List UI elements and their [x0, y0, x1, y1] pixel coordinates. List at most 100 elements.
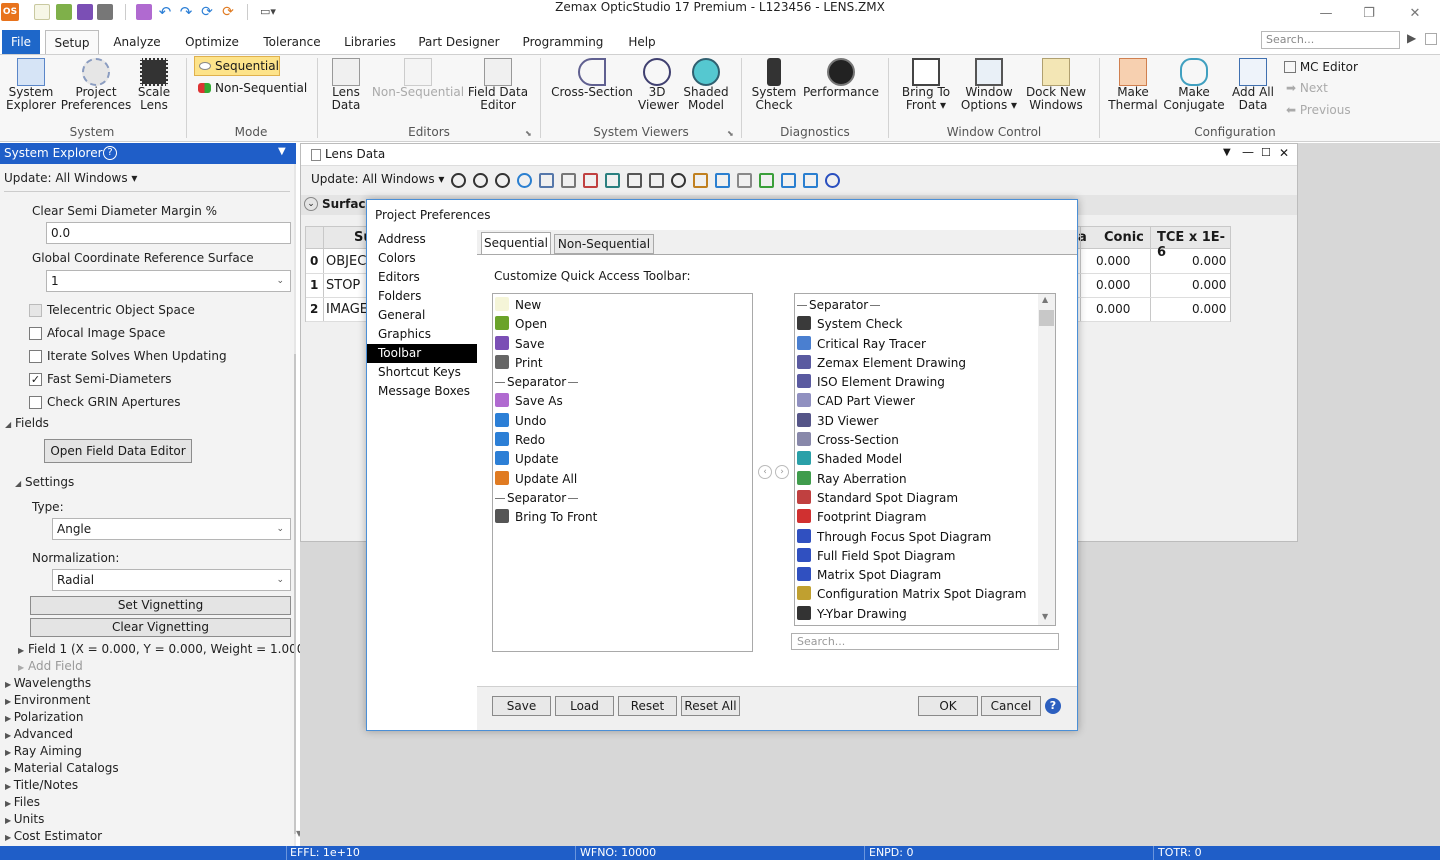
reset-all-button[interactable]: Reset All	[681, 696, 740, 716]
page-icon[interactable]	[737, 173, 752, 188]
slider-icon[interactable]	[627, 173, 642, 188]
insert-icon[interactable]	[605, 173, 620, 188]
menu-programming[interactable]: Programming	[517, 30, 609, 54]
list-item[interactable]: Matrix Spot Diagram	[795, 566, 1055, 585]
explorer-section[interactable]: ▶ Advanced	[5, 726, 73, 742]
scale-lens-button[interactable]: Scale Lens	[134, 58, 174, 112]
list-item[interactable]: Update	[493, 450, 752, 469]
explorer-scroll-thumb[interactable]	[294, 354, 296, 834]
pen-icon[interactable]	[693, 173, 708, 188]
explorer-section[interactable]: ▶ Polarization	[5, 709, 83, 725]
non-sequential-mode-button[interactable]: Non-Sequential	[196, 79, 311, 97]
system-explorer-button[interactable]: System Explorer	[3, 58, 59, 112]
open-field-data-editor-button[interactable]: Open Field Data Editor	[44, 439, 192, 463]
nav-item-message-boxes[interactable]: Message Boxes	[367, 382, 477, 401]
window-dropdown-icon[interactable]: ▼	[1223, 147, 1231, 158]
mc-editor-button[interactable]: MC Editor	[1284, 59, 1358, 75]
explorer-update-dropdown[interactable]: Update: All Windows ▾	[4, 170, 137, 186]
load-button[interactable]: Load	[555, 696, 614, 716]
scroll-thumb[interactable]	[1039, 310, 1054, 326]
align-icon[interactable]	[649, 173, 664, 188]
list-item[interactable]: Shaded Model	[795, 450, 1055, 469]
nav-item-folders[interactable]: Folders	[367, 287, 477, 306]
set-vignetting-button[interactable]: Set Vignetting	[30, 596, 291, 615]
surface-type-cell[interactable]: IMAGE	[326, 302, 368, 317]
arrow-right-icon[interactable]	[803, 173, 818, 188]
field-data-editor-button[interactable]: Field Data Editor	[466, 58, 530, 112]
toolbar-search-input[interactable]: Search...	[791, 633, 1059, 650]
toolbar-list-scrollbar[interactable]: ▲ ▼	[1038, 294, 1055, 625]
telecentric-checkbox[interactable]	[29, 304, 42, 317]
explorer-section[interactable]: ▶ Title/Notes	[5, 777, 78, 793]
dock-new-windows-button[interactable]: Dock New Windows	[1022, 58, 1090, 112]
move-right-icon[interactable]: ›	[775, 465, 789, 479]
tce-cell[interactable]: 0.000	[1192, 254, 1226, 268]
ribbon-search-input[interactable]: Search...	[1261, 31, 1400, 49]
list-item[interactable]: New	[493, 296, 752, 315]
list-item[interactable]: Save	[493, 335, 752, 354]
scroll-up-icon[interactable]: ▲	[1042, 295, 1048, 304]
panel-dropdown-icon[interactable]: ▼	[278, 146, 286, 157]
menu-analyze[interactable]: Analyze	[108, 30, 166, 54]
project-preferences-button[interactable]: Project Preferences	[60, 58, 132, 112]
add-field-item[interactable]: ▶ Add Field	[18, 658, 83, 674]
conic-cell[interactable]: 0.000	[1096, 302, 1130, 316]
afocal-checkbox[interactable]	[29, 327, 42, 340]
conic-cell[interactable]: 0.000	[1096, 254, 1130, 268]
help-icon[interactable]	[825, 173, 840, 188]
field-1-item[interactable]: ▶ Field 1 (X = 0.000, Y = 0.000, Weight …	[18, 641, 309, 657]
menu-libraries[interactable]: Libraries	[339, 30, 401, 54]
add-all-data-button[interactable]: Add All Data	[1228, 58, 1278, 112]
explorer-section[interactable]: ▶ Units	[5, 811, 44, 827]
tab-non-sequential[interactable]: Non-Sequential	[554, 234, 654, 254]
menu-setup[interactable]: Setup	[45, 30, 99, 54]
surface-type-cell[interactable]: STOP	[326, 278, 360, 293]
cross-section-button[interactable]: Cross-Section	[548, 58, 636, 99]
separator-item[interactable]: Separator	[795, 296, 1055, 315]
explorer-section[interactable]: ▶ Ray Aiming	[5, 743, 82, 759]
tab-sequential[interactable]: Sequential	[481, 232, 551, 254]
viewers-launcher-icon[interactable]: ⬊	[727, 129, 734, 138]
maximize-icon[interactable]: ☐	[1261, 146, 1271, 159]
bring-to-front-button[interactable]: Bring To Front ▾	[896, 58, 956, 112]
ribbon-collapse-icon[interactable]	[1425, 33, 1437, 45]
nav-item-shortcut-keys[interactable]: Shortcut Keys	[367, 363, 477, 382]
minimize-icon[interactable]: —	[1242, 145, 1254, 159]
nav-item-colors[interactable]: Colors	[367, 249, 477, 268]
nav-item-address[interactable]: Address	[367, 230, 477, 249]
list-item[interactable]: Full Field Spot Diagram	[795, 547, 1055, 566]
search-go-icon[interactable]: ▶	[1407, 31, 1416, 45]
refresh-icon[interactable]	[451, 173, 466, 188]
menu-help[interactable]: Help	[622, 30, 662, 54]
list-item[interactable]: Configuration Matrix Spot Diagram	[795, 585, 1055, 604]
list-item[interactable]: Save As	[493, 392, 752, 411]
collapse-chevron-icon[interactable]: ⌄	[304, 197, 318, 211]
cancel-button[interactable]: Cancel	[981, 696, 1041, 716]
list-item[interactable]: ISO Element Drawing	[795, 373, 1055, 392]
system-check-button[interactable]: System Check	[748, 58, 800, 112]
tce-cell[interactable]: 0.000	[1192, 278, 1226, 292]
list-item[interactable]: Undo	[493, 412, 752, 431]
list-item[interactable]: Ray Aberration	[795, 470, 1055, 489]
settings-section[interactable]: ◢ Settings	[15, 474, 74, 490]
menu-file[interactable]: File	[2, 30, 40, 54]
list-item[interactable]: Standard Spot Diagram	[795, 489, 1055, 508]
list-item[interactable]: Update All	[493, 470, 752, 489]
explorer-section[interactable]: ▶ Material Catalogs	[5, 760, 119, 776]
list-item[interactable]: Redo	[493, 431, 752, 450]
menu-part-designer[interactable]: Part Designer	[413, 30, 505, 54]
move-icon[interactable]	[495, 173, 510, 188]
ok-button[interactable]: OK	[918, 696, 978, 716]
conic-cell[interactable]: 0.000	[1096, 278, 1130, 292]
list-item[interactable]: Cross-Section	[795, 431, 1055, 450]
swap-icon[interactable]	[759, 173, 774, 188]
globe-icon[interactable]	[517, 173, 532, 188]
explorer-section[interactable]: ▶ Cost Estimator	[5, 828, 102, 844]
list-item[interactable]: Zemax Element Drawing	[795, 354, 1055, 373]
list-item[interactable]: Footprint Diagram	[795, 508, 1055, 527]
list-item[interactable]: CAD Part Viewer	[795, 392, 1055, 411]
sequential-mode-button[interactable]: Sequential	[194, 56, 280, 76]
iterate-solves-checkbox[interactable]	[29, 350, 42, 363]
3d-viewer-button[interactable]: 3D Viewer	[638, 58, 679, 112]
nav-item-toolbar[interactable]: Toolbar	[367, 344, 477, 363]
